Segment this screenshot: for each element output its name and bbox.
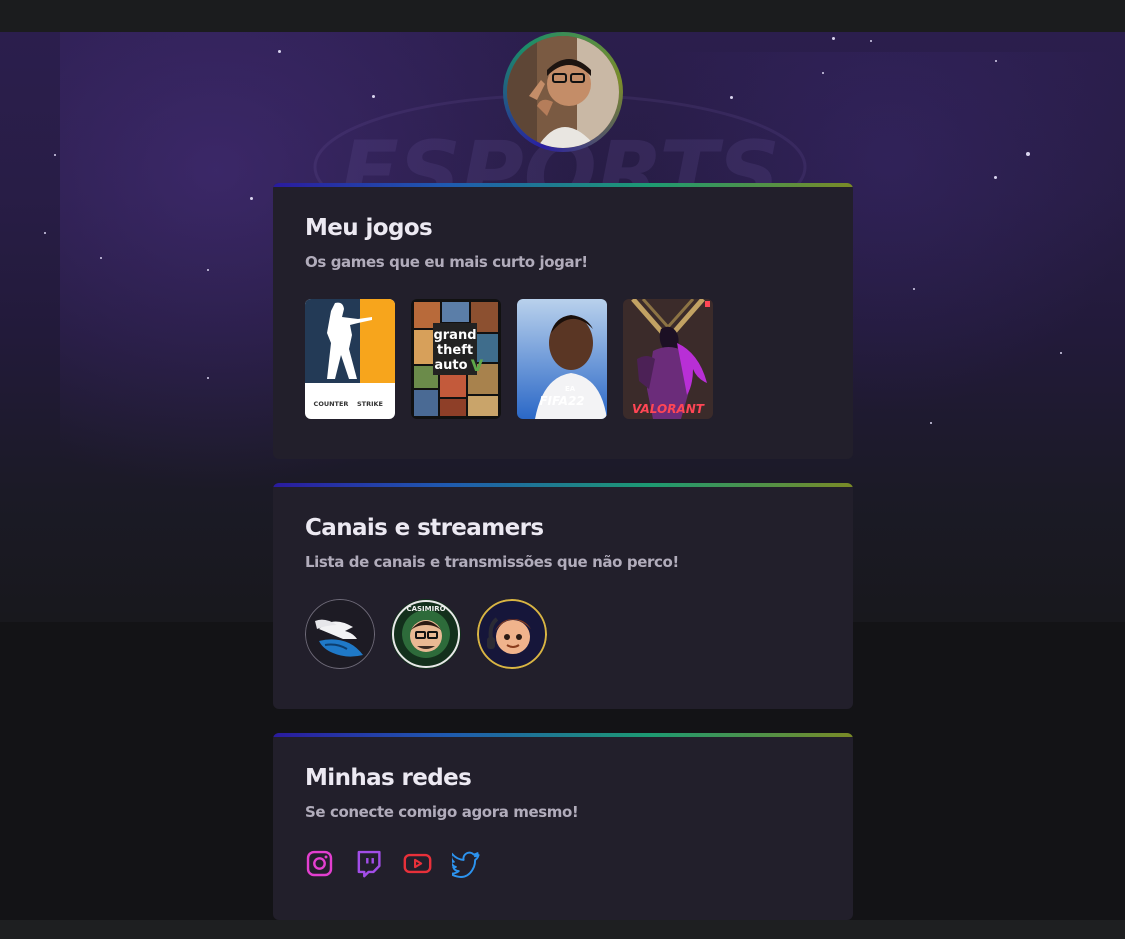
twitch-icon [357, 850, 381, 878]
star-icon [1026, 152, 1030, 156]
avatar-photo [507, 36, 619, 148]
cartoon-streamer-icon [477, 599, 547, 669]
streamer-channel-1[interactable] [305, 599, 375, 669]
svg-text:auto: auto [434, 358, 467, 373]
games-card: Meu jogos Os games que eu mais curto jog… [273, 183, 853, 459]
game-valorant[interactable]: VALORANT [623, 299, 713, 419]
star-icon [870, 40, 872, 42]
twitter-icon [448, 851, 480, 878]
instagram-icon [306, 850, 333, 877]
svg-text:CASIMIRO: CASIMIRO [406, 605, 445, 613]
star-icon [822, 72, 824, 74]
streamer-channel-3[interactable] [477, 599, 547, 669]
person-photo-icon [507, 36, 619, 148]
star-icon [54, 154, 56, 156]
svg-text:VALORANT: VALORANT [632, 402, 705, 416]
svg-text:STRIKE: STRIKE [357, 400, 383, 408]
games-list: COUNTER STRIKE grand theft auto V EA FIF… [305, 299, 713, 419]
bottom-bar [0, 920, 1125, 939]
svg-text:COUNTER: COUNTER [314, 400, 349, 408]
valorant-cover-icon: VALORANT [623, 299, 713, 419]
winged-shoe-icon [305, 599, 375, 669]
socials-title: Minhas redes [305, 765, 472, 791]
star-icon [995, 60, 997, 62]
counter-strike-cover-icon: COUNTER STRIKE [305, 299, 395, 419]
card-accent-edge [273, 483, 853, 487]
twitch-link[interactable] [354, 849, 383, 878]
socials-card: Minhas redes Se conecte comigo agora mes… [273, 733, 853, 920]
star-icon [100, 257, 102, 259]
card-accent-edge [273, 733, 853, 737]
game-gta-v[interactable]: grand theft auto V [411, 299, 501, 419]
streamers-list: CASIMIRO [305, 599, 547, 669]
star-icon [930, 422, 932, 424]
star-icon [994, 176, 997, 179]
casimiro-badge-icon: CASIMIRO [391, 599, 461, 669]
top-bar [0, 0, 1125, 32]
star-icon [913, 288, 915, 290]
socials-subtitle: Se conecte comigo agora mesmo! [305, 803, 579, 821]
streamers-subtitle: Lista de canais e transmissões que não p… [305, 553, 679, 571]
svg-text:grand: grand [433, 328, 476, 343]
streamer-casimiro[interactable]: CASIMIRO [391, 599, 461, 669]
svg-text:EA: EA [565, 385, 576, 393]
svg-text:FIFA22: FIFA22 [539, 394, 584, 408]
youtube-link[interactable] [403, 849, 432, 878]
svg-text:theft: theft [437, 343, 473, 358]
svg-text:V: V [471, 356, 484, 375]
star-icon [278, 50, 281, 53]
streamers-title: Canais e streamers [305, 515, 544, 541]
games-subtitle: Os games que eu mais curto jogar! [305, 253, 588, 271]
star-icon [1060, 352, 1062, 354]
star-icon [832, 37, 835, 40]
star-icon [207, 269, 209, 271]
game-counter-strike[interactable]: COUNTER STRIKE [305, 299, 395, 419]
star-icon [44, 232, 46, 234]
star-icon [250, 197, 253, 200]
youtube-icon [403, 853, 432, 874]
star-icon [372, 95, 375, 98]
profile-avatar[interactable] [503, 32, 623, 152]
game-fifa-22[interactable]: EA FIFA22 [517, 299, 607, 419]
card-accent-edge [273, 183, 853, 187]
fifa-22-cover-icon: EA FIFA22 [517, 299, 607, 419]
star-icon [730, 96, 733, 99]
socials-list [305, 849, 481, 878]
games-title: Meu jogos [305, 215, 433, 241]
streamers-card: Canais e streamers Lista de canais e tra… [273, 483, 853, 709]
star-icon [207, 377, 209, 379]
gta-v-cover-icon: grand theft auto V [411, 299, 501, 419]
twitter-link[interactable] [448, 849, 481, 878]
instagram-link[interactable] [305, 849, 334, 878]
